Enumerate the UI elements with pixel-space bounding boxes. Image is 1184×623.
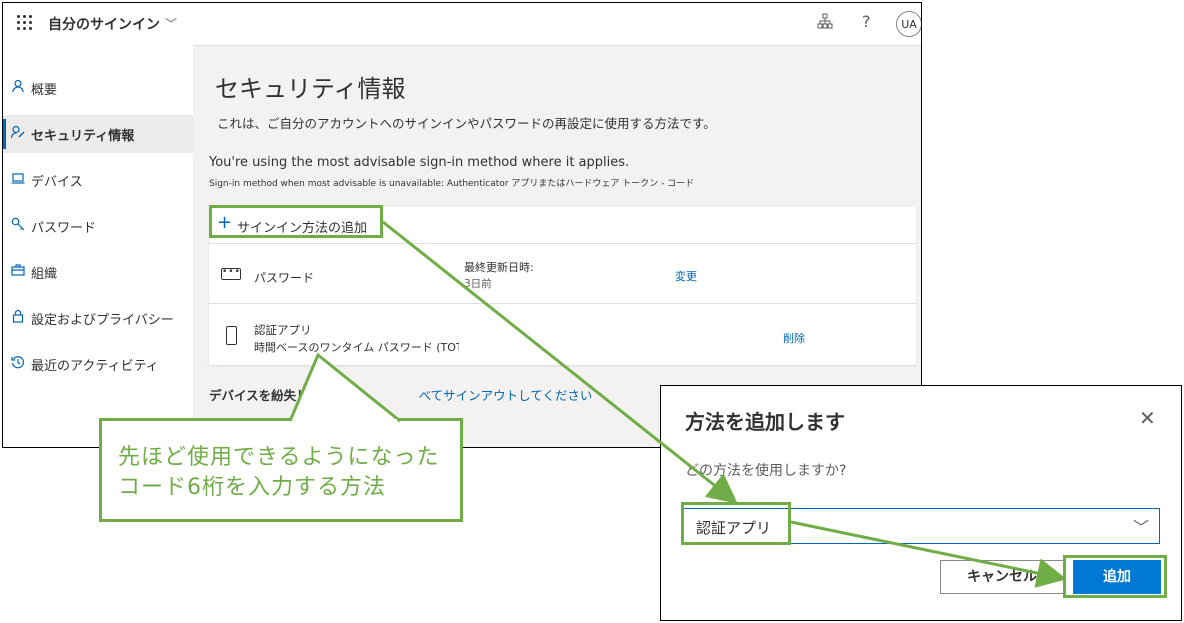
app-launcher-icon[interactable] [17, 15, 33, 31]
briefcase-icon [11, 263, 25, 277]
highlight-add-method [209, 205, 383, 238]
sidebar-item-password[interactable]: パスワード [3, 207, 193, 245]
chevron-down-icon[interactable]: ﹀ [165, 15, 177, 32]
lost-device-notice: デバイスを紛失し べてサインアウトしてください [209, 385, 592, 404]
help-icon[interactable]: ? [862, 12, 871, 31]
sidebar-item-overview[interactable]: 概要 [3, 69, 193, 107]
app-title[interactable]: 自分のサインイン [48, 14, 160, 34]
advisable-message: You're using the most advisable sign-in … [209, 155, 630, 170]
advisable-fallback-message: Sign-in method when most advisable is un… [209, 179, 695, 189]
dialog-title: 方法を追加します [685, 410, 845, 434]
sidebar-item-label: 設定およびプライバシー [31, 313, 174, 328]
sidebar-item-label: パスワード [31, 221, 97, 236]
last-updated-value: 3日前 [464, 278, 492, 290]
sidebar-item-label: デバイス [31, 175, 83, 190]
phone-icon [226, 326, 237, 345]
top-bar: 自分のサインイン ﹀ ? UA [3, 3, 921, 46]
sidebar-item-organizations[interactable]: 組織 [3, 253, 193, 291]
security-info-icon [10, 125, 25, 139]
avatar[interactable]: UA [896, 11, 921, 37]
cancel-button[interactable]: キャンセル [940, 560, 1064, 594]
browser-window: 自分のサインイン ﹀ ? UA 概要 セキュリティ情報 デバイス パスワード 組… [2, 2, 922, 448]
password-dots-icon: ••• [221, 268, 241, 280]
method-name: 認証アプリ [254, 323, 312, 337]
close-icon[interactable]: ✕ [1139, 406, 1156, 430]
method-row-authenticator: 認証アプリ 時間ベースのワンタイム パスワード (TOTP 削除 [209, 304, 916, 364]
person-icon [11, 79, 25, 93]
sidebar-item-security-info[interactable]: セキュリティ情報 [3, 115, 193, 153]
delete-method-link[interactable]: 削除 [783, 330, 805, 346]
lock-icon [11, 309, 25, 323]
method-detail: 時間ベースのワンタイム パスワード (TOTP [254, 341, 459, 354]
callout-text: 先ほど使用できるようになったコード6桁を入力する方法 [118, 445, 440, 500]
history-icon [11, 355, 25, 369]
sidebar: 概要 セキュリティ情報 デバイス パスワード 組織 設定およびプライバシー 最近… [3, 45, 193, 447]
chevron-down-icon: ﹀ [1132, 518, 1149, 537]
page-description: これは、ご自分のアカウントへのサインインやパスワードの再設定に使用する方法です。 [217, 116, 716, 131]
key-icon [11, 217, 25, 231]
sidebar-item-label: セキュリティ情報 [31, 129, 135, 144]
method-row-password: ••• パスワード 最終更新日時: 3日前 変更 [209, 243, 916, 304]
sidebar-item-settings-privacy[interactable]: 設定およびプライバシー [3, 299, 193, 337]
sidebar-item-label: 概要 [31, 83, 58, 98]
method-name: パスワード [254, 271, 315, 285]
sidebar-item-devices[interactable]: デバイス [3, 161, 193, 199]
sidebar-item-label: 最近のアクティビティ [31, 359, 159, 374]
highlight-selected-method [681, 502, 791, 545]
laptop-icon [11, 171, 25, 185]
org-chart-icon[interactable] [817, 13, 833, 33]
change-password-link[interactable]: 変更 [675, 268, 697, 284]
last-updated-label: 最終更新日時: [464, 261, 534, 274]
dialog-question: どの方法を使用しますか? [685, 463, 847, 479]
annotation-callout: 先ほど使用できるようになったコード6桁を入力する方法 [99, 418, 463, 522]
page-title: セキュリティ情報 [215, 75, 406, 103]
highlight-add-button [1063, 555, 1167, 598]
sidebar-item-recent-activity[interactable]: 最近のアクティビティ [3, 345, 193, 383]
lost-device-text: デバイスを紛失し [209, 388, 309, 403]
sidebar-item-label: 組織 [31, 267, 58, 282]
sign-out-everywhere-link[interactable]: べてサインアウトしてください [419, 388, 593, 403]
